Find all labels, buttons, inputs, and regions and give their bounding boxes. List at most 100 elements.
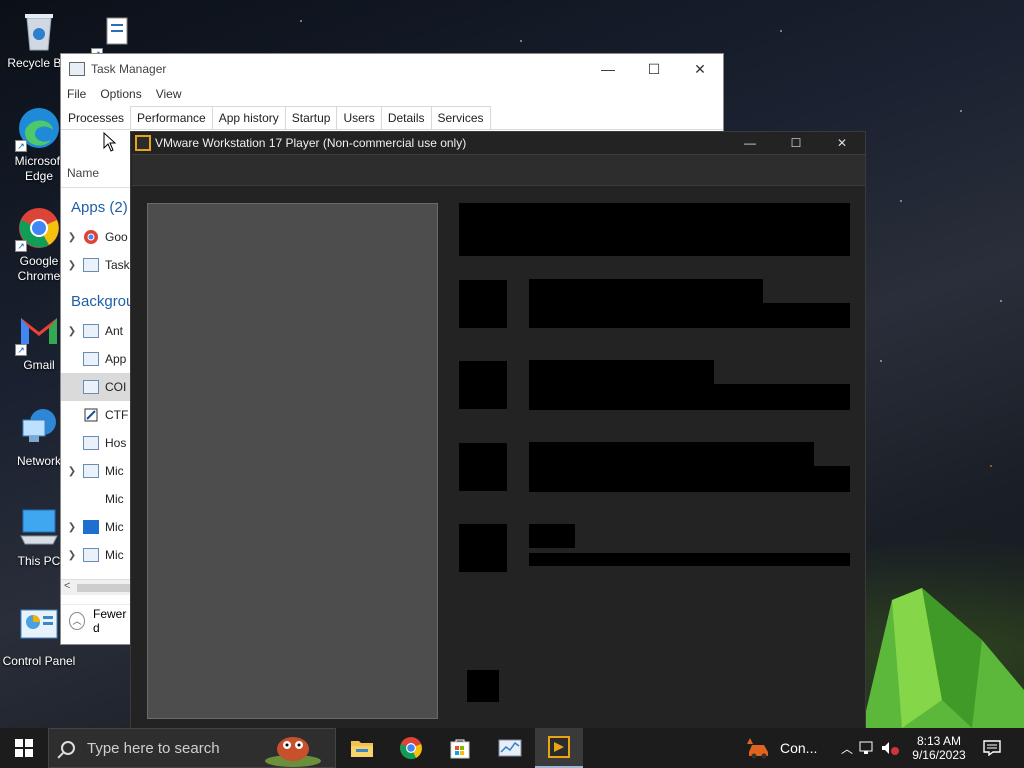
chevron-right-icon[interactable]: ❯ bbox=[61, 326, 83, 337]
action-description-placeholder bbox=[529, 384, 850, 410]
vmware-player-window[interactable]: VMware Workstation 17 Player (Non-commer… bbox=[130, 131, 866, 729]
tab-bar: Processes Performance App history Startu… bbox=[61, 106, 723, 130]
maximize-button[interactable]: ☐ bbox=[773, 132, 819, 154]
process-row[interactable]: ❯ Goo bbox=[61, 223, 131, 251]
tab-performance[interactable]: Performance bbox=[130, 106, 213, 129]
tab-users[interactable]: Users bbox=[336, 106, 382, 129]
star bbox=[520, 40, 522, 42]
process-row-selected[interactable]: COI bbox=[61, 373, 131, 401]
notification-button[interactable] bbox=[980, 728, 1004, 768]
process-row[interactable]: Hos bbox=[61, 429, 131, 457]
chevron-right-icon[interactable]: ❯ bbox=[61, 260, 83, 271]
process-name: CTF bbox=[105, 408, 129, 422]
fewer-details-label: Fewer d bbox=[93, 606, 127, 635]
tab-services[interactable]: Services bbox=[430, 106, 491, 129]
vm-library-panel[interactable] bbox=[147, 203, 438, 719]
process-row[interactable]: ❯ Mic bbox=[61, 513, 131, 541]
chevron-right-icon[interactable]: ❯ bbox=[61, 466, 83, 477]
notification-icon bbox=[983, 740, 1001, 756]
tab-app-history[interactable]: App history bbox=[211, 106, 286, 129]
menu-file[interactable]: File bbox=[67, 87, 86, 101]
tray-app[interactable]: Con... bbox=[746, 728, 817, 768]
vmware-player-icon bbox=[548, 736, 570, 758]
close-button[interactable]: ✕ bbox=[819, 132, 865, 154]
action-title-placeholder[interactable] bbox=[529, 279, 763, 303]
task-manager-icon bbox=[498, 739, 522, 757]
maximize-button[interactable]: ☐ bbox=[631, 54, 677, 84]
process-name: Ant bbox=[105, 324, 124, 338]
process-name: Mic bbox=[105, 548, 124, 562]
chevron-right-icon[interactable]: ❯ bbox=[61, 232, 83, 243]
tab-startup[interactable]: Startup bbox=[284, 106, 338, 129]
process-icon bbox=[83, 548, 99, 562]
scroll-left-icon[interactable]: < bbox=[64, 580, 70, 592]
chevron-right-icon[interactable]: ❯ bbox=[61, 550, 83, 561]
process-row[interactable]: Mic bbox=[61, 485, 131, 513]
divider bbox=[61, 187, 131, 188]
minimize-button[interactable]: — bbox=[585, 54, 631, 84]
search-placeholder: Type here to search bbox=[87, 739, 220, 757]
process-icon bbox=[83, 464, 99, 478]
action-icon-placeholder[interactable] bbox=[459, 361, 507, 409]
network-tray-icon[interactable] bbox=[858, 740, 878, 756]
process-row[interactable]: CTF bbox=[61, 401, 131, 429]
process-row[interactable]: ❯ Task bbox=[61, 251, 131, 279]
clock[interactable]: 8:13 AM 9/16/2023 bbox=[906, 728, 972, 768]
chevron-right-icon[interactable]: ❯ bbox=[61, 522, 83, 533]
start-button[interactable] bbox=[0, 728, 48, 768]
date-text: 9/16/2023 bbox=[912, 748, 966, 762]
desktop-icon-label: Control Panel bbox=[2, 654, 76, 668]
process-row[interactable]: ❯ Ant bbox=[61, 317, 131, 345]
title-bar[interactable]: VMware Workstation 17 Player (Non-commer… bbox=[131, 132, 865, 154]
process-name: App bbox=[105, 352, 127, 366]
shortcut-arrow-icon: ↗ bbox=[15, 240, 27, 252]
microsoft-store-icon bbox=[450, 739, 470, 759]
taskbar-file-explorer[interactable] bbox=[338, 728, 386, 768]
process-row[interactable]: ❯ Mic bbox=[61, 457, 131, 485]
taskbar-vmware-player[interactable] bbox=[535, 728, 583, 768]
minimize-button[interactable]: — bbox=[727, 132, 773, 154]
process-name: Hos bbox=[105, 436, 127, 450]
taskbar-task-manager[interactable] bbox=[486, 728, 534, 768]
edge-icon: ↗ bbox=[15, 106, 61, 152]
group-header-background: Backgrou bbox=[71, 293, 135, 310]
task-manager-icon bbox=[83, 258, 99, 272]
scrollbar-thumb[interactable] bbox=[77, 584, 131, 592]
action-icon-placeholder[interactable] bbox=[459, 280, 507, 328]
chrome-icon bbox=[400, 737, 422, 760]
close-button[interactable]: ✕ bbox=[677, 54, 723, 84]
vmware-logo-icon bbox=[135, 135, 151, 151]
window-title: VMware Workstation 17 Player (Non-commer… bbox=[155, 136, 467, 150]
action-icon-placeholder[interactable] bbox=[459, 443, 507, 491]
title-bar[interactable]: Task Manager — ☐ ✕ bbox=[61, 54, 723, 84]
horizontal-scrollbar[interactable]: < bbox=[61, 579, 131, 595]
fewer-details-button[interactable]: ︿ Fewer d bbox=[61, 604, 131, 636]
menu-view[interactable]: View bbox=[156, 87, 182, 101]
ctf-loader-icon bbox=[84, 408, 98, 422]
bottom-icon-placeholder[interactable] bbox=[467, 670, 499, 702]
tab-details[interactable]: Details bbox=[380, 106, 432, 129]
star bbox=[780, 30, 782, 32]
taskbar-search-box[interactable]: Type here to search bbox=[48, 728, 336, 768]
action-description-placeholder bbox=[529, 553, 850, 566]
volume-muted-icon[interactable] bbox=[880, 740, 900, 756]
taskbar-microsoft-store[interactable] bbox=[436, 728, 484, 768]
column-header-name[interactable]: Name bbox=[67, 166, 99, 180]
action-title-placeholder[interactable] bbox=[529, 360, 714, 384]
taskbar-chrome[interactable] bbox=[387, 728, 435, 768]
action-title-placeholder[interactable] bbox=[529, 442, 814, 466]
star bbox=[300, 20, 302, 22]
star bbox=[900, 200, 902, 202]
process-row[interactable]: App bbox=[61, 345, 131, 373]
tray-app-label: Con... bbox=[780, 740, 818, 756]
action-title-placeholder[interactable] bbox=[529, 524, 575, 548]
network-icon bbox=[17, 406, 61, 450]
tab-processes[interactable]: Processes bbox=[61, 106, 132, 129]
action-icon-placeholder[interactable] bbox=[459, 524, 507, 572]
shortcut-arrow-icon: ↗ bbox=[15, 140, 27, 152]
chrome-icon: ↗ bbox=[15, 206, 61, 252]
chevron-up-icon[interactable]: ︿ bbox=[838, 740, 856, 757]
menu-options[interactable]: Options bbox=[100, 87, 141, 101]
tray-icons: ︿ bbox=[838, 728, 900, 768]
process-row[interactable]: ❯ Mic bbox=[61, 541, 131, 569]
